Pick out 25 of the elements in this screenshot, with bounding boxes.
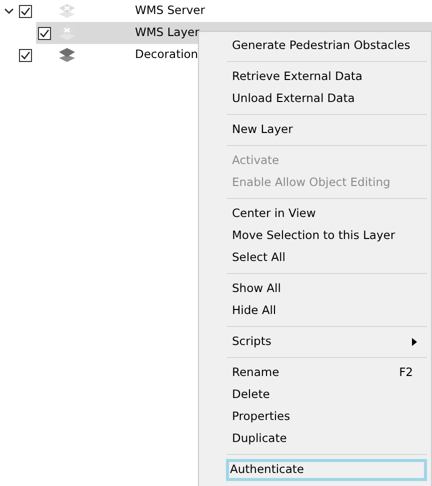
tree-item-label[interactable]: WMS Server [135,2,205,20]
menu-item[interactable]: Rename F2 [201,362,429,384]
tree-item-label[interactable]: WMS Layer [135,24,200,42]
layers-icon [58,2,76,20]
menu-item[interactable]: Authenticate [226,459,427,481]
checkbox[interactable] [19,48,32,62]
menu-item[interactable]: Duplicate [201,428,429,450]
menu-item[interactable]: Retrieve External Data [201,66,429,88]
checkbox[interactable] [38,26,51,40]
layers-icon [58,46,76,64]
menu-item[interactable]: Unload External Data [201,88,429,110]
checkbox[interactable] [19,4,32,18]
menu-item[interactable]: Properties [201,406,429,428]
tree-item-label[interactable]: Decoration [135,46,198,64]
menu-item[interactable]: Show All [201,278,429,300]
menu-item[interactable]: Center in View [201,203,429,225]
collapse-chevron-icon[interactable] [4,7,14,15]
menu-item[interactable]: Generate Pedestrian Obstacles [201,35,429,57]
menu-item[interactable]: Hide All [201,300,429,322]
menu-item[interactable]: Delete [201,384,429,406]
menu-item[interactable]: Select All [201,247,429,269]
shortcut-label: F2 [399,364,413,382]
menu-item[interactable]: Move Selection to this Layer [201,225,429,247]
menu-item[interactable]: New Layer [201,119,429,141]
menu-item[interactable]: Scripts [201,331,429,353]
